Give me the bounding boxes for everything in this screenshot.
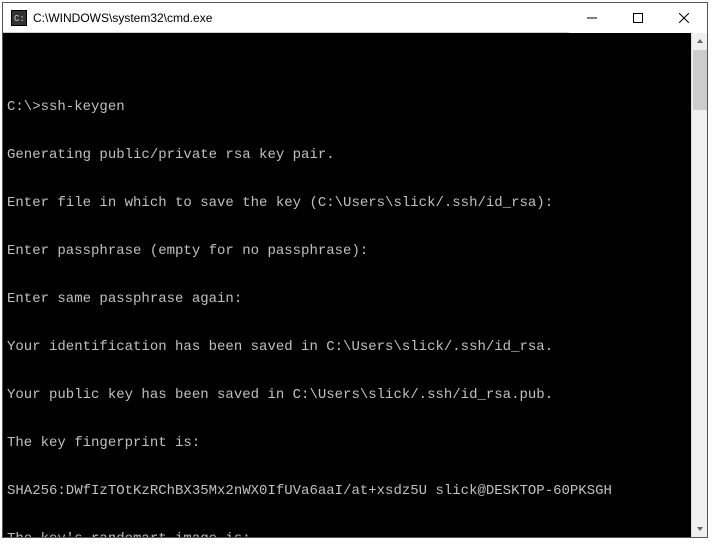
scrollbar-thumb[interactable] (693, 50, 707, 110)
cmd-window: C: C:\WINDOWS\system32\cmd.exe C:\>ssh-k… (2, 2, 708, 538)
window-controls (569, 3, 707, 32)
output-line: Your public key has been saved in C:\Use… (7, 387, 687, 403)
output-line: The key's randomart image is: (7, 531, 687, 537)
output-line: Enter file in which to save the key (C:\… (7, 195, 687, 211)
maximize-button[interactable] (615, 3, 661, 33)
output-line: Enter same passphrase again: (7, 291, 687, 307)
output-line: C:\>ssh-keygen (7, 99, 687, 115)
cmd-icon: C: (11, 10, 27, 26)
scroll-down-arrow-icon[interactable] (692, 521, 708, 537)
close-button[interactable] (661, 3, 707, 33)
output-line: Enter passphrase (empty for no passphras… (7, 243, 687, 259)
output-line: Generating public/private rsa key pair. (7, 147, 687, 163)
svg-text:C:: C: (14, 14, 25, 24)
terminal-output[interactable]: C:\>ssh-keygen Generating public/private… (3, 33, 691, 537)
titlebar[interactable]: C: C:\WINDOWS\system32\cmd.exe (3, 3, 707, 33)
terminal-area: C:\>ssh-keygen Generating public/private… (3, 33, 707, 537)
output-line: The key fingerprint is: (7, 435, 687, 451)
vertical-scrollbar[interactable] (691, 33, 707, 537)
output-line: SHA256:DWfIzTOtKzRChBX35Mx2nWX0IfUVa6aaI… (7, 483, 687, 499)
minimize-button[interactable] (569, 3, 615, 33)
scroll-up-arrow-icon[interactable] (692, 33, 708, 49)
window-title: C:\WINDOWS\system32\cmd.exe (33, 11, 569, 25)
output-line: Your identification has been saved in C:… (7, 339, 687, 355)
